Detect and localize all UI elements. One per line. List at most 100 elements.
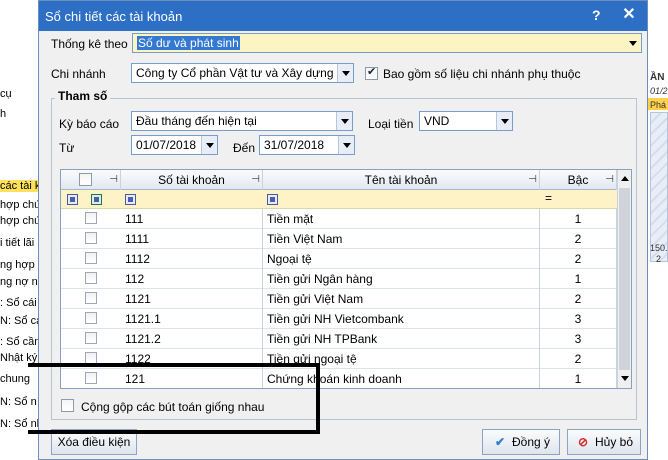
cancel-icon: ⊘: [577, 435, 589, 449]
row-checkbox[interactable]: [85, 352, 97, 364]
row-checkbox[interactable]: [85, 312, 97, 324]
table-row[interactable]: 1121 Tiền gửi Việt Nam 2: [61, 289, 617, 309]
background-menu-item: hợp chứ: [0, 215, 42, 227]
background-menu-item: N: Sổ cá: [0, 315, 43, 327]
pin-icon[interactable]: ⊣: [109, 170, 118, 190]
scroll-thumb[interactable]: [619, 188, 630, 370]
bac-cell: 1: [540, 269, 617, 289]
bao-gom-checkbox[interactable]: [365, 65, 378, 80]
so-tk-cell: 1112: [121, 249, 263, 269]
clear-conditions-button[interactable]: Xóa điều kiện: [51, 429, 137, 455]
den-label: Đến: [233, 141, 256, 155]
bac-cell: 2: [540, 349, 617, 369]
background-menu-item: N: Sổ n: [0, 396, 37, 408]
grid-scrollbar[interactable]: [617, 170, 631, 388]
cong-gop-checkbox[interactable]: [61, 399, 74, 412]
column-header-bac[interactable]: Bậc ⊣: [540, 170, 617, 190]
chevron-down-icon[interactable]: [201, 136, 217, 154]
thong-ke-label: Thống kê theo: [51, 37, 128, 51]
so-tk-cell: 111: [121, 209, 263, 229]
select-all-checkbox[interactable]: [79, 173, 92, 186]
background-menu-item: các tài k: [0, 180, 43, 192]
background-menu-item: hợp chứ: [0, 199, 42, 211]
ten-tk-cell: Ngoại tệ: [263, 249, 540, 269]
table-row[interactable]: 1111 Tiền Việt Nam 2: [61, 229, 617, 249]
cancel-button[interactable]: ⊘ Hủy bỏ: [567, 429, 641, 455]
so-tk-cell: 1121.1: [121, 309, 263, 329]
ok-button[interactable]: ✔ Đồng ý: [482, 429, 560, 455]
loai-tien-label: Loại tiền: [368, 117, 414, 131]
row-checkbox[interactable]: [85, 292, 97, 304]
preview-fragment: Phá: [650, 100, 667, 110]
chi-nhanh-value: Công ty Cổ phần Vật tư và Xây dựng 36: [136, 66, 351, 80]
ky-bao-cao-select[interactable]: Đầu tháng đến hiện tại: [131, 111, 353, 131]
tu-date-picker[interactable]: 01/07/2018: [131, 135, 218, 155]
table-row[interactable]: 1112 Ngoại tệ 2: [61, 249, 617, 269]
bac-cell: 1: [540, 369, 617, 388]
table-row[interactable]: 111 Tiền mặt 1: [61, 209, 617, 229]
table-row[interactable]: 112 Tiền gửi Ngân hàng 1: [61, 269, 617, 289]
bac-cell: 3: [540, 329, 617, 349]
den-value: 31/07/2018: [264, 138, 325, 152]
ten-tk-cell: Tiền Việt Nam: [263, 229, 540, 249]
den-date-picker[interactable]: 31/07/2018: [259, 135, 355, 155]
bac-cell: 2: [540, 249, 617, 269]
ky-bao-cao-value: Đầu tháng đến hiện tại: [136, 114, 257, 128]
scroll-up-icon[interactable]: [621, 176, 629, 181]
ten-tk-cell: Tiền gửi Việt Nam: [263, 289, 540, 309]
row-checkbox[interactable]: [85, 232, 97, 244]
chevron-down-icon[interactable]: [496, 112, 512, 130]
background-menu-item: : Sổ cái: [0, 297, 37, 309]
row-checkbox[interactable]: [85, 332, 97, 344]
loai-tien-select[interactable]: VND: [419, 111, 513, 131]
ten-tk-cell: Tiền gửi NH Vietcombank: [263, 309, 540, 329]
table-row[interactable]: 121 Chứng khoán kinh doanh 1: [61, 369, 617, 388]
scroll-down-icon[interactable]: [621, 376, 629, 381]
column-header-ten-tk[interactable]: Tên tài khoản ⊣: [263, 170, 540, 190]
tu-label: Từ: [59, 141, 75, 155]
close-icon[interactable]: ✕: [617, 5, 641, 25]
background-menu-item: : Sổ cần: [0, 336, 41, 348]
tu-value: 01/07/2018: [136, 138, 197, 152]
filter-operator-icon[interactable]: [267, 194, 278, 205]
table-row[interactable]: 1122 Tiền gửi ngoại tệ 2: [61, 349, 617, 369]
so-tk-cell: 121: [121, 369, 263, 388]
row-checkbox[interactable]: [85, 212, 97, 224]
column-header-so-tk[interactable]: Số tài khoản ⊣: [121, 170, 263, 190]
pin-icon[interactable]: ⊣: [251, 170, 260, 190]
chevron-down-icon[interactable]: [337, 64, 353, 82]
cong-gop-label[interactable]: Cộng gộp các bút toán giống nhau: [81, 400, 264, 414]
filter-equals-icon[interactable]: =: [545, 191, 552, 205]
filter-operator-icon[interactable]: [91, 194, 102, 205]
checkmark-icon: ✔: [494, 435, 506, 449]
chevron-down-icon[interactable]: [625, 34, 641, 52]
preview-fragment: ẦN: [650, 72, 665, 83]
filter-operator-icon[interactable]: [67, 194, 78, 205]
preview-fragment: 2: [656, 254, 662, 264]
ten-tk-cell: Tiền mặt: [263, 209, 540, 229]
filter-operator-icon[interactable]: [125, 194, 136, 205]
preview-sheet: [650, 112, 668, 262]
chevron-down-icon[interactable]: [336, 112, 352, 130]
chi-nhanh-select[interactable]: Công ty Cổ phần Vật tư và Xây dựng 36: [131, 63, 354, 83]
bao-gom-label[interactable]: Bao gồm số liệu chi nhánh phụ thuộc: [383, 67, 580, 81]
pin-icon[interactable]: ⊣: [605, 170, 614, 190]
help-icon[interactable]: ?: [592, 7, 601, 23]
background-menu-item: i tiết lãi: [0, 237, 35, 249]
ten-tk-cell: Tiền gửi Ngân hàng: [263, 269, 540, 289]
row-checkbox[interactable]: [85, 372, 97, 384]
row-checkbox[interactable]: [85, 272, 97, 284]
table-row[interactable]: 1121.2 Tiền gửi NH TPBank 3: [61, 329, 617, 349]
chevron-down-icon[interactable]: [338, 136, 354, 154]
so-tk-cell: 1111: [121, 229, 263, 249]
row-checkbox[interactable]: [85, 252, 97, 264]
background-menu-item: h: [0, 108, 7, 120]
ten-tk-cell: Tiền gửi ngoại tệ: [263, 349, 540, 369]
report-options-dialog: Sổ chi tiết các tài khoản ? ✕ Thống kê t…: [38, 0, 648, 460]
loai-tien-value: VND: [424, 114, 450, 128]
thong-ke-select[interactable]: Số dư và phát sinh: [132, 33, 642, 53]
tham-so-title: Tham số: [55, 89, 111, 103]
pin-icon[interactable]: ⊣: [528, 170, 537, 190]
dialog-titlebar[interactable]: Sổ chi tiết các tài khoản ? ✕: [39, 1, 647, 31]
table-row[interactable]: 1121.1 Tiền gửi NH Vietcombank 3: [61, 309, 617, 329]
